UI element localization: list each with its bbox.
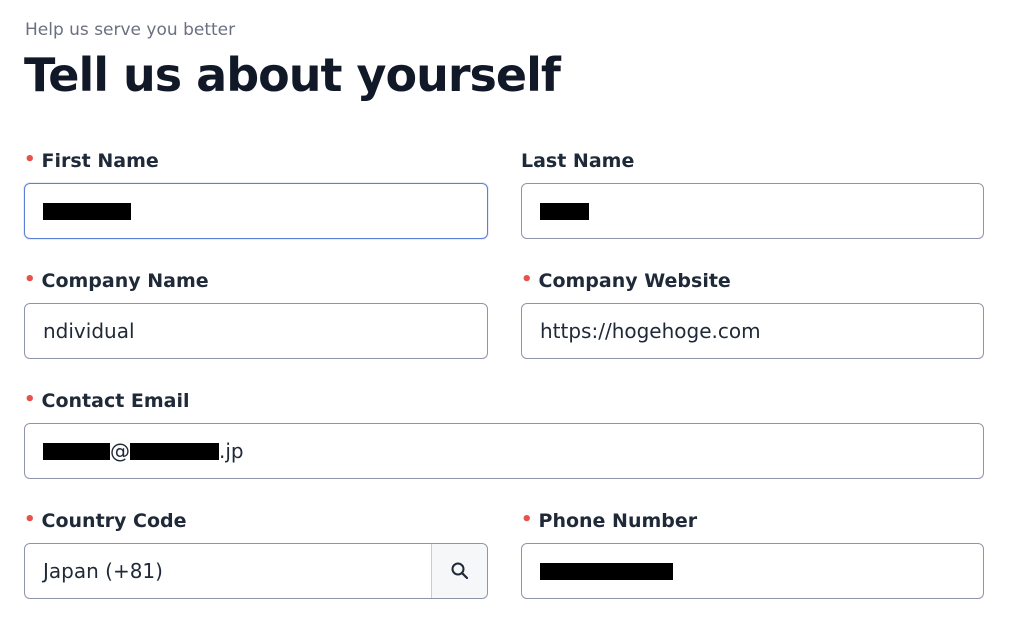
email-domain-suffix: .jp — [219, 439, 244, 463]
company-name-field: • Company Name ndividual — [24, 269, 488, 360]
redacted-value — [43, 202, 131, 220]
company-name-label: • Company Name — [24, 269, 209, 292]
first-name-input[interactable] — [24, 183, 488, 239]
email-at-sign: @ — [110, 439, 130, 463]
required-marker: • — [24, 509, 36, 530]
contact-email-label: • Contact Email — [24, 389, 190, 412]
redacted-value — [540, 562, 673, 580]
required-marker: • — [521, 269, 533, 290]
redacted-email-user — [43, 442, 110, 460]
company-name-input[interactable]: ndividual — [24, 303, 488, 359]
last-name-input[interactable] — [521, 183, 984, 239]
country-code-input[interactable]: Japan (+81) — [24, 543, 488, 599]
company-website-input[interactable]: https://hogehoge.com — [521, 303, 984, 359]
contact-email-field: • Contact Email @ .jp — [24, 389, 984, 480]
company-website-label: • Company Website — [521, 269, 731, 292]
country-code-value: Japan (+81) — [43, 559, 163, 583]
required-marker: • — [521, 509, 533, 530]
required-marker: • — [24, 149, 36, 170]
contact-email-input[interactable]: @ .jp — [24, 423, 984, 479]
search-icon — [451, 562, 468, 580]
company-name-value: ndividual — [43, 319, 135, 343]
country-code-label: • Country Code — [24, 509, 187, 532]
required-marker: • — [24, 269, 36, 290]
redacted-value — [540, 202, 589, 220]
country-code-field: • Country Code Japan (+81) — [24, 509, 488, 600]
form-subtitle: Help us serve you better — [25, 20, 236, 40]
phone-number-label: • Phone Number — [521, 509, 698, 532]
company-website-value: https://hogehoge.com — [540, 319, 761, 343]
last-name-field: Last Name — [521, 150, 984, 240]
first-name-label: • First Name — [24, 149, 159, 172]
company-website-field: • Company Website https://hogehoge.com — [521, 269, 984, 360]
page-title: Tell us about yourself — [24, 48, 561, 102]
country-search-button[interactable] — [431, 544, 487, 598]
phone-number-input[interactable] — [521, 543, 984, 599]
phone-number-field: • Phone Number — [521, 509, 984, 600]
redacted-email-domain — [130, 442, 219, 460]
required-marker: • — [24, 389, 36, 410]
last-name-label: Last Name — [521, 150, 635, 172]
first-name-field: • First Name — [24, 149, 488, 240]
